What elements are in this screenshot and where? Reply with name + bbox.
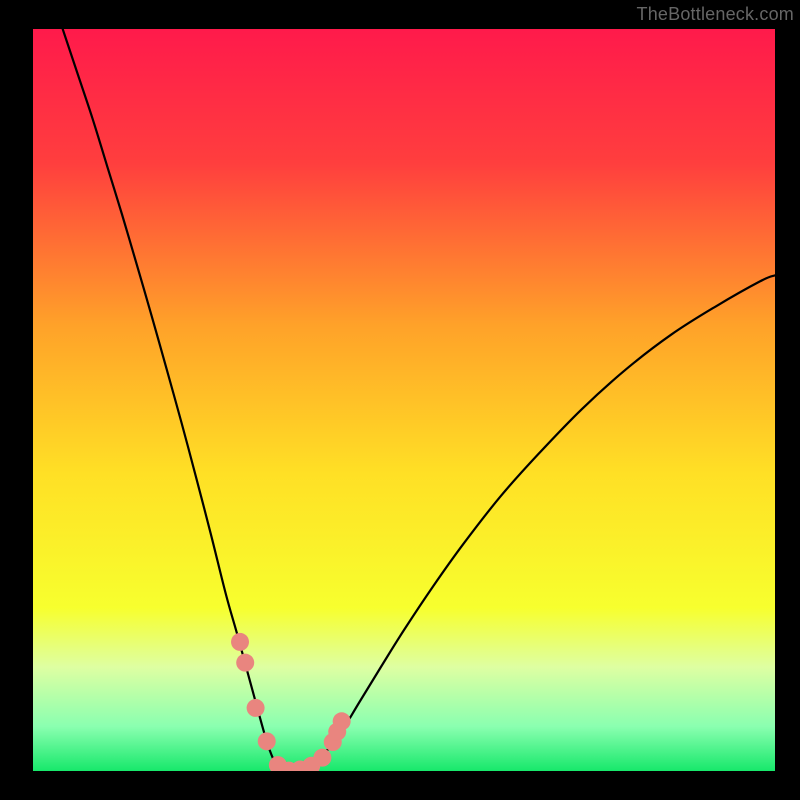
marker-point [236,654,254,672]
chart-svg [33,29,775,771]
chart-frame: TheBottleneck.com [0,0,800,800]
marker-point [258,732,276,750]
watermark-text: TheBottleneck.com [637,4,794,25]
marker-point [247,699,265,717]
plot-area [33,29,775,771]
marker-point [231,633,249,651]
marker-point [333,712,351,730]
marker-point [313,749,331,767]
gradient-background [33,29,775,771]
